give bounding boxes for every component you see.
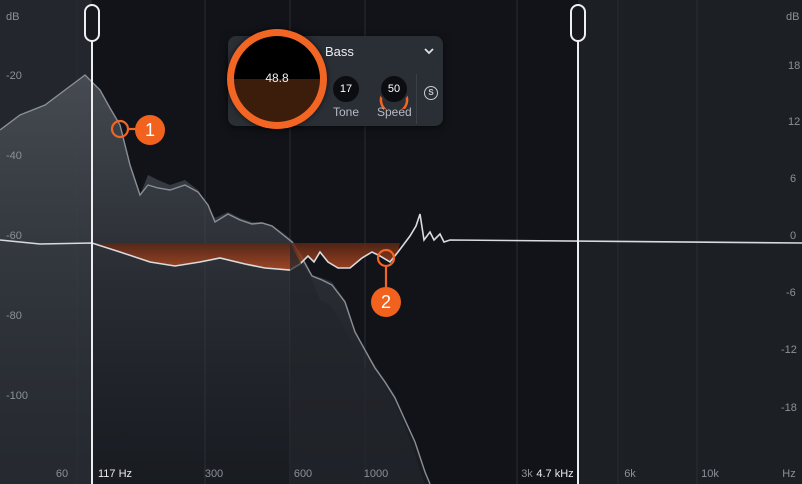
solo-icon[interactable]: S <box>424 86 438 100</box>
band-selector[interactable]: Bass <box>325 44 354 59</box>
db-label-left: -80 <box>6 310 22 322</box>
low-cutoff-readout: 117 Hz <box>97 468 133 480</box>
tone-label: Tone <box>333 105 360 119</box>
freq-tick: 6k <box>624 468 636 480</box>
freq-tick: 600 <box>293 468 313 480</box>
panel-divider <box>416 74 417 124</box>
speed-knob[interactable]: 50 <box>379 74 409 104</box>
low-cutoff-handle[interactable] <box>84 4 100 42</box>
freq-tick: 10k <box>701 468 719 480</box>
tone-knob[interactable]: 17 <box>331 74 361 104</box>
db-axis-unit-left: dB <box>6 11 20 23</box>
freq-axis-unit: Hz <box>782 468 796 480</box>
db-label-right: 12 <box>788 116 801 128</box>
db-axis-unit-right: dB <box>786 11 800 23</box>
db-label-right: -12 <box>781 344 797 356</box>
speed-label: Speed <box>377 105 412 119</box>
db-label-right: -6 <box>786 287 796 299</box>
db-label-right: 0 <box>790 230 797 242</box>
freq-tick: 1000 <box>363 468 389 480</box>
marker-1[interactable]: 1 <box>135 115 165 145</box>
marker-2[interactable]: 2 <box>371 287 401 317</box>
db-label-right: 6 <box>790 173 797 185</box>
db-label-left: -20 <box>6 70 22 82</box>
spectrum-editor[interactable]: dB -20 -40 -60 -80 -100 dB 18 12 6 0 -6 … <box>0 0 802 484</box>
amount-value: 48.8 <box>265 71 289 85</box>
db-label-left: -100 <box>6 390 29 402</box>
freq-tick: 60 <box>55 468 69 480</box>
freq-tick: 3k <box>521 468 533 480</box>
high-cutoff-readout: 4.7 kHz <box>536 468 574 480</box>
db-label-left: -60 <box>6 230 22 242</box>
db-label-right: -18 <box>781 402 797 414</box>
db-label-right: 18 <box>788 60 801 72</box>
high-cutoff-handle[interactable] <box>570 4 586 42</box>
db-label-left: -40 <box>6 150 22 162</box>
freq-tick: 300 <box>204 468 224 480</box>
amount-knob[interactable]: 48.8 <box>227 29 327 129</box>
chevron-down-icon[interactable] <box>422 44 436 58</box>
